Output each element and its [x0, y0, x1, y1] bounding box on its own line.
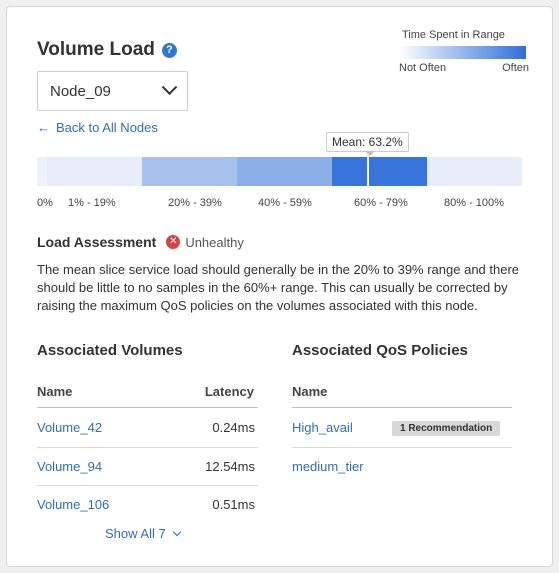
- row-divider: [292, 447, 512, 448]
- histogram-segment: [427, 157, 522, 186]
- range-legend: Time Spent in Range Not Often Often: [399, 29, 529, 74]
- qos-policy-link[interactable]: medium_tier: [292, 459, 364, 474]
- histogram-tick-label: 20% - 39%: [168, 197, 222, 209]
- histogram-tick-label: 60% - 79%: [354, 197, 408, 209]
- page-title: Volume Load ?: [37, 39, 177, 61]
- assessment-title: Load Assessment: [37, 234, 157, 250]
- qos-policy-link[interactable]: High_avail: [292, 420, 353, 435]
- volume-link[interactable]: Volume_106: [37, 497, 109, 512]
- histogram-tick-labels: 0% 1% - 19% 20% - 39% 40% - 59% 60% - 79% 80%…: [37, 197, 522, 211]
- arrow-left-icon: ←: [37, 120, 50, 135]
- mean-tooltip: Mean: 63.2%: [326, 132, 409, 152]
- error-icon: ✕: [166, 235, 181, 249]
- node-select[interactable]: Node_09: [37, 71, 188, 111]
- volume-link[interactable]: Volume_42: [37, 420, 102, 435]
- histogram-segment: [237, 157, 332, 186]
- volume-latency: 12.54ms: [205, 459, 255, 474]
- histogram-segment: [37, 157, 47, 186]
- qos-header-divider: [292, 407, 512, 408]
- volumes-col-latency: Latency: [204, 384, 254, 399]
- title-text: Volume Load: [37, 39, 155, 60]
- histogram-segment: [142, 157, 237, 186]
- histogram-tick-label: 40% - 59%: [258, 197, 312, 209]
- volume-latency: 0.24ms: [212, 420, 255, 435]
- help-icon[interactable]: ?: [161, 42, 177, 58]
- qos-col-name: Name: [292, 384, 328, 399]
- show-all-volumes-button[interactable]: Show All 7: [105, 526, 181, 541]
- chevron-down-icon: [172, 527, 181, 537]
- histogram-tick-label: 0%: [37, 197, 53, 209]
- load-histogram-bar: [37, 157, 522, 186]
- legend-gradient: [399, 46, 526, 59]
- back-to-all-nodes-link[interactable]: ← Back to All Nodes: [37, 120, 158, 135]
- histogram-segment: [47, 157, 142, 186]
- volume-latency: 0.51ms: [212, 497, 255, 512]
- node-select-value: Node_09: [50, 82, 111, 100]
- mean-marker: [367, 157, 369, 186]
- volumes-col-name: Name: [37, 384, 73, 399]
- back-link-label: Back to All Nodes: [56, 120, 158, 135]
- volumes-section-title: Associated Volumes: [37, 342, 183, 359]
- assessment-description: The mean slice service load should gener…: [37, 262, 520, 313]
- status-text: Unhealthy: [185, 234, 244, 250]
- histogram-tick-label: 80% - 100%: [444, 197, 504, 209]
- volumes-header-divider: [37, 407, 258, 408]
- qos-section-title: Associated QoS Policies: [292, 342, 468, 359]
- legend-title: Time Spent in Range: [402, 29, 505, 41]
- row-divider: [37, 485, 258, 486]
- volume-link[interactable]: Volume_94: [37, 459, 102, 474]
- chevron-down-icon: [161, 78, 178, 95]
- histogram-tick-label: 1% - 19%: [68, 197, 116, 209]
- legend-high-label: Often: [502, 62, 529, 74]
- recommendation-badge[interactable]: 1 Recommendation: [392, 421, 501, 436]
- volume-load-card: Volume Load ? Time Spent in Range Not Of…: [6, 6, 553, 567]
- row-divider: [37, 447, 258, 448]
- histogram-segment: [332, 157, 427, 186]
- mean-tooltip-pointer: [365, 151, 375, 156]
- load-assessment-header: Load Assessment ✕ Unhealthy: [37, 234, 244, 250]
- legend-low-label: Not Often: [399, 62, 447, 74]
- show-all-label: Show All 7: [105, 526, 166, 541]
